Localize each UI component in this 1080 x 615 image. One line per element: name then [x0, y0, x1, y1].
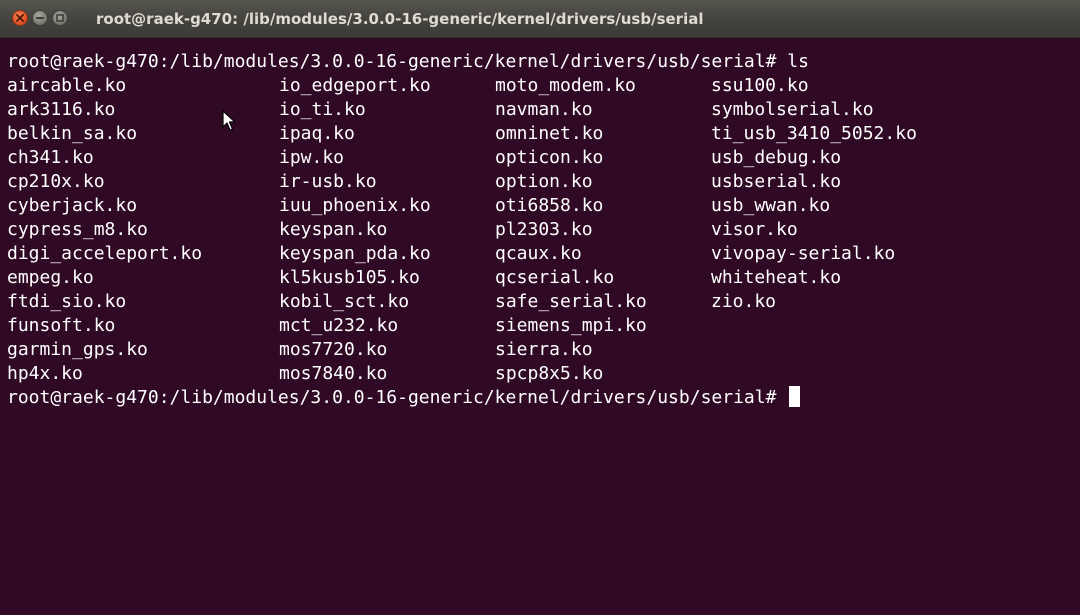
file-entry: ir-usb.ko	[279, 171, 377, 192]
maximize-icon	[56, 14, 64, 22]
window-title: root@raek-g470: /lib/modules/3.0.0-16-ge…	[96, 10, 704, 28]
file-entry: mos7720.ko	[279, 339, 388, 360]
file-entry: symbolserial.ko	[711, 99, 874, 120]
file-entry: siemens_mpi.ko	[495, 315, 647, 336]
terminal-output[interactable]: root@raek-g470:/lib/modules/3.0.0-16-gen…	[0, 38, 1080, 615]
listing-row: aircable.ko io_edgeport.ko moto_modem.ko ss…	[7, 74, 1080, 98]
listing-row: cyberjack.ko iuu_phoenix.ko oti6858.ko usb_…	[7, 194, 1080, 218]
listing-row: garmin_gps.ko mos7720.ko sierra.ko	[7, 338, 1080, 362]
current-prompt-line: root@raek-g470:/lib/modules/3.0.0-16-gen…	[7, 386, 1080, 410]
minimize-button[interactable]	[32, 10, 48, 26]
file-entry: garmin_gps.ko	[7, 339, 148, 360]
file-entry: usb_wwan.ko	[711, 195, 831, 216]
shell-prompt: root@raek-g470:/lib/modules/3.0.0-16-gen…	[7, 51, 777, 72]
file-entry: iuu_phoenix.ko	[279, 195, 431, 216]
file-entry: usbserial.ko	[711, 171, 842, 192]
file-listing: aircable.ko io_edgeport.ko moto_modem.ko ss…	[7, 74, 1080, 386]
file-entry: ftdi_sio.ko	[7, 291, 127, 312]
file-entry: io_ti.ko	[279, 99, 366, 120]
listing-row: funsoft.ko mct_u232.ko siemens_mpi.ko	[7, 314, 1080, 338]
file-entry: belkin_sa.ko	[7, 123, 138, 144]
file-entry: opticon.ko	[495, 147, 604, 168]
file-entry: io_edgeport.ko	[279, 75, 431, 96]
file-entry: usb_debug.ko	[711, 147, 842, 168]
file-entry: ssu100.ko	[711, 75, 809, 96]
file-entry: kobil_sct.ko	[279, 291, 410, 312]
file-entry: vivopay-serial.ko	[711, 243, 896, 264]
file-entry: ti_usb_3410_5052.ko	[711, 123, 917, 144]
file-entry: zio.ko	[711, 291, 777, 312]
file-entry: aircable.ko	[7, 75, 127, 96]
file-entry: cypress_m8.ko	[7, 219, 148, 240]
terminal-window: root@raek-g470: /lib/modules/3.0.0-16-ge…	[0, 0, 1080, 615]
file-entry: moto_modem.ko	[495, 75, 636, 96]
listing-row: digi_acceleport.ko keyspan_pda.ko qcaux.ko…	[7, 242, 1080, 266]
file-entry: keyspan_pda.ko	[279, 243, 431, 264]
file-entry: omninet.ko	[495, 123, 604, 144]
mouse-pointer-icon	[222, 110, 236, 131]
file-entry: mos7840.ko	[279, 363, 388, 384]
file-entry: option.ko	[495, 171, 593, 192]
command-line: root@raek-g470:/lib/modules/3.0.0-16-gen…	[7, 50, 1080, 74]
close-icon	[16, 14, 24, 22]
file-entry: cp210x.ko	[7, 171, 105, 192]
listing-row: empeg.ko kl5kusb105.ko qcserial.ko whitehea…	[7, 266, 1080, 290]
file-entry: pl2303.ko	[495, 219, 593, 240]
shell-command: ls	[787, 51, 809, 72]
file-entry: ark3116.ko	[7, 99, 116, 120]
file-entry: navman.ko	[495, 99, 593, 120]
listing-row: ftdi_sio.ko kobil_sct.ko safe_serial.ko zio…	[7, 290, 1080, 314]
listing-row: cypress_m8.ko keyspan.ko pl2303.ko visor.ko	[7, 218, 1080, 242]
file-entry: ipw.ko	[279, 147, 345, 168]
listing-row: belkin_sa.ko ipaq.ko omninet.ko ti_usb_3410…	[7, 122, 1080, 146]
file-entry: funsoft.ko	[7, 315, 116, 336]
file-entry: whiteheat.ko	[711, 267, 842, 288]
close-button[interactable]	[12, 10, 28, 26]
file-entry: oti6858.ko	[495, 195, 604, 216]
file-entry: cyberjack.ko	[7, 195, 138, 216]
file-entry: safe_serial.ko	[495, 291, 647, 312]
text-cursor	[789, 386, 801, 407]
file-entry: hp4x.ko	[7, 363, 83, 384]
file-entry: keyspan.ko	[279, 219, 388, 240]
file-entry: ipaq.ko	[279, 123, 355, 144]
file-entry: ch341.ko	[7, 147, 94, 168]
listing-row: hp4x.ko mos7840.ko spcp8x5.ko	[7, 362, 1080, 386]
file-entry: kl5kusb105.ko	[279, 267, 420, 288]
file-entry: mct_u232.ko	[279, 315, 399, 336]
listing-row: cp210x.ko ir-usb.ko option.ko usbserial.ko	[7, 170, 1080, 194]
file-entry: visor.ko	[711, 219, 798, 240]
file-entry: digi_acceleport.ko	[7, 243, 203, 264]
file-entry: qcserial.ko	[495, 267, 615, 288]
file-entry: spcp8x5.ko	[495, 363, 604, 384]
listing-row: ark3116.ko io_ti.ko navman.ko symbolserial.…	[7, 98, 1080, 122]
file-entry: sierra.ko	[495, 339, 593, 360]
listing-row: ch341.ko ipw.ko opticon.ko usb_debug.ko	[7, 146, 1080, 170]
shell-prompt: root@raek-g470:/lib/modules/3.0.0-16-gen…	[7, 387, 777, 408]
maximize-button[interactable]	[52, 10, 68, 26]
file-entry: empeg.ko	[7, 267, 94, 288]
file-entry: qcaux.ko	[495, 243, 582, 264]
title-bar[interactable]: root@raek-g470: /lib/modules/3.0.0-16-ge…	[0, 0, 1080, 38]
minimize-icon	[36, 17, 44, 19]
